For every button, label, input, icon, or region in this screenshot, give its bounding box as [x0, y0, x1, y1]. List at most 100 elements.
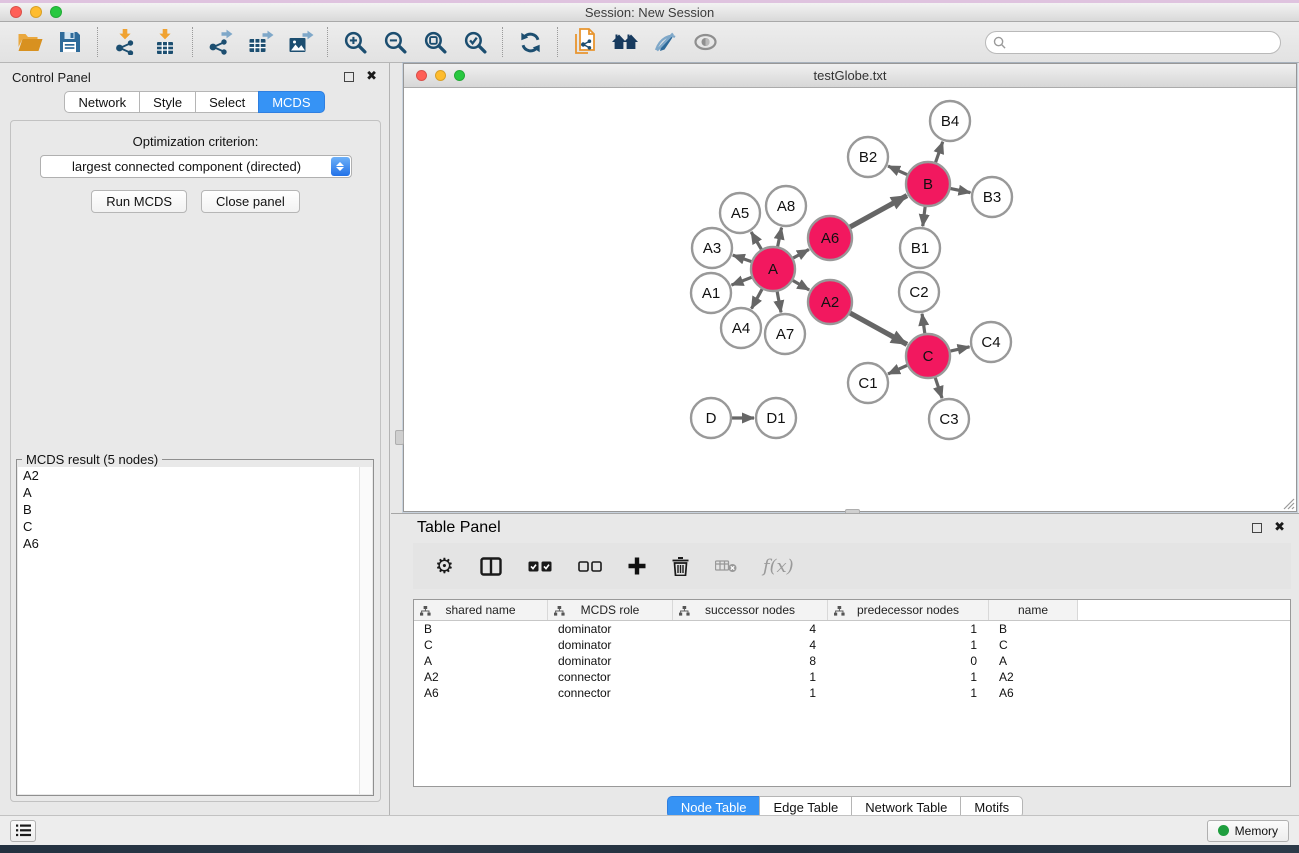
edge-A-A3[interactable] [733, 255, 754, 262]
node-A5[interactable]: A5 [720, 193, 760, 233]
cell-role[interactable]: dominator [548, 621, 673, 637]
node-A4[interactable]: A4 [721, 308, 761, 348]
export-table-icon[interactable] [240, 25, 280, 59]
edge-A-A8[interactable] [777, 228, 782, 250]
hide-graphics-details-icon[interactable] [645, 25, 685, 59]
cell-role[interactable]: connector [548, 685, 673, 701]
cell-shared[interactable]: A6 [414, 685, 548, 701]
mcds-result-item[interactable]: C [18, 518, 372, 535]
mcds-result-item[interactable]: B [18, 501, 372, 518]
add-column-icon[interactable] [628, 551, 646, 581]
column-header-succ[interactable]: successor nodes [673, 600, 828, 620]
edge-C-C4[interactable] [948, 347, 970, 352]
run-mcds-button[interactable]: Run MCDS [91, 190, 187, 213]
new-network-from-selection-icon[interactable] [565, 25, 605, 59]
edge-B-B2[interactable] [888, 166, 910, 176]
edge-C-C2[interactable] [922, 314, 925, 336]
close-panel-button[interactable]: Close panel [201, 190, 300, 213]
node-B4[interactable]: B4 [930, 101, 970, 141]
close-panel-icon[interactable]: ✖ [366, 72, 377, 82]
window-resize-grip[interactable] [1281, 496, 1295, 510]
cell-shared[interactable]: A [414, 653, 548, 669]
float-panel-icon[interactable] [344, 72, 354, 82]
zoom-selected-icon[interactable] [455, 25, 495, 59]
cell-shared[interactable]: C [414, 637, 548, 653]
cybrowser-home-icon[interactable] [605, 25, 645, 59]
task-history-button[interactable] [10, 820, 36, 842]
tab-mcds[interactable]: MCDS [258, 91, 324, 113]
cell-pred[interactable]: 1 [828, 669, 989, 685]
cell-succ[interactable]: 1 [673, 669, 828, 685]
node-B1[interactable]: B1 [900, 228, 940, 268]
node-C2[interactable]: C2 [899, 272, 939, 312]
import-table-icon[interactable] [145, 25, 185, 59]
node-A8[interactable]: A8 [766, 186, 806, 226]
node-C4[interactable]: C4 [971, 322, 1011, 362]
node-A3[interactable]: A3 [692, 228, 732, 268]
export-network-icon[interactable] [200, 25, 240, 59]
edge-B-B3[interactable] [948, 188, 971, 193]
edge-B-B1[interactable] [923, 204, 926, 226]
criterion-dropdown[interactable]: largest connected component (directed) [40, 155, 352, 178]
node-C3[interactable]: C3 [929, 399, 969, 439]
tab-network[interactable]: Network [64, 91, 140, 113]
edge-A-A5[interactable] [751, 232, 763, 252]
node-B[interactable]: B [906, 162, 950, 206]
edge-C-C3[interactable] [934, 375, 942, 398]
column-header-name[interactable]: name [989, 600, 1078, 620]
node-C1[interactable]: C1 [848, 363, 888, 403]
open-session-icon[interactable] [10, 25, 50, 59]
cell-shared[interactable]: B [414, 621, 548, 637]
cell-pred[interactable]: 1 [828, 685, 989, 701]
export-image-icon[interactable] [280, 25, 320, 59]
cell-pred[interactable]: 0 [828, 653, 989, 669]
column-header-pred[interactable]: predecessor nodes [828, 600, 989, 620]
cell-name[interactable]: B [989, 621, 1078, 637]
node-B3[interactable]: B3 [972, 177, 1012, 217]
close-table-panel-icon[interactable]: ✖ [1274, 523, 1285, 533]
cell-pred[interactable]: 1 [828, 621, 989, 637]
gear-icon[interactable]: ⚙ [435, 551, 454, 581]
mcds-result-item[interactable]: A2 [18, 467, 372, 484]
memory-button[interactable]: Memory [1207, 820, 1289, 842]
edge-A-A2[interactable] [790, 279, 809, 290]
network-graph-canvas[interactable]: B4B2BB3A5A8A6A3B1AA1C2A2A4A7C4CC1DD1C3 [404, 88, 1296, 511]
search-field[interactable] [985, 31, 1281, 54]
cell-role[interactable]: connector [548, 669, 673, 685]
zoom-in-icon[interactable] [335, 25, 375, 59]
cell-name[interactable]: A2 [989, 669, 1078, 685]
column-layout-icon[interactable] [480, 551, 502, 581]
node-A6[interactable]: A6 [808, 216, 852, 260]
node-A1[interactable]: A1 [691, 273, 731, 313]
node-D1[interactable]: D1 [756, 398, 796, 438]
zoom-fit-icon[interactable] [415, 25, 455, 59]
cell-succ[interactable]: 4 [673, 621, 828, 637]
tab-select[interactable]: Select [195, 91, 259, 113]
float-table-panel-icon[interactable] [1252, 523, 1262, 533]
column-header-role[interactable]: MCDS role [548, 600, 673, 620]
node-B2[interactable]: B2 [848, 137, 888, 177]
node-A[interactable]: A [751, 247, 795, 291]
function-builder-icon[interactable]: f(x) [763, 551, 794, 581]
vertical-divider-grabber[interactable] [395, 430, 404, 445]
edge-B-B4[interactable] [935, 142, 943, 165]
edge-C-C1[interactable] [888, 364, 910, 374]
result-list-scrollbar[interactable] [359, 467, 372, 794]
zoom-out-icon[interactable] [375, 25, 415, 59]
cell-name[interactable]: C [989, 637, 1078, 653]
deselect-all-icon[interactable] [578, 551, 602, 581]
mcds-result-item[interactable]: A [18, 484, 372, 501]
cell-pred[interactable]: 1 [828, 637, 989, 653]
node-C[interactable]: C [906, 334, 950, 378]
node-A7[interactable]: A7 [765, 314, 805, 354]
node-D[interactable]: D [691, 398, 731, 438]
import-network-icon[interactable] [105, 25, 145, 59]
column-header-shared[interactable]: shared name [414, 600, 548, 620]
cell-role[interactable]: dominator [548, 637, 673, 653]
edge-A-A1[interactable] [732, 276, 755, 285]
tab-style[interactable]: Style [139, 91, 196, 113]
delete-table-icon[interactable] [715, 551, 737, 581]
cell-succ[interactable]: 1 [673, 685, 828, 701]
edge-A2-C[interactable] [848, 312, 907, 345]
cell-succ[interactable]: 8 [673, 653, 828, 669]
